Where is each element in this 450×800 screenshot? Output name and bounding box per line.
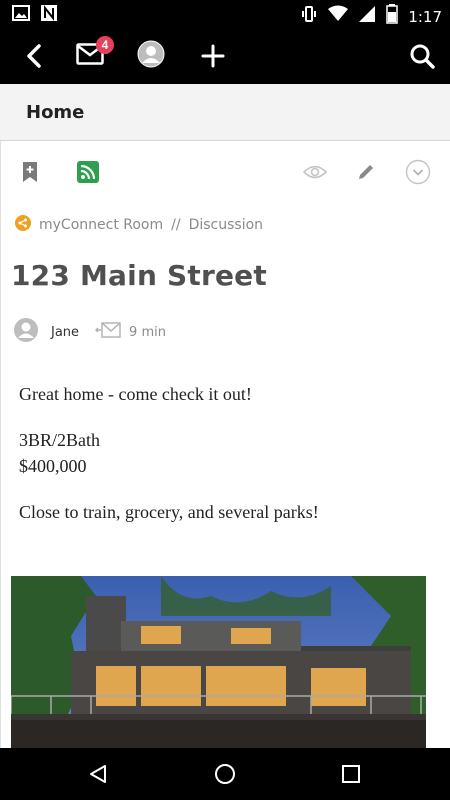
signal-icon	[358, 5, 376, 28]
image-icon	[12, 4, 30, 27]
wifi-icon	[328, 5, 349, 28]
breadcrumb-separator: //	[171, 217, 181, 233]
battery-icon	[386, 4, 399, 29]
app-toolbar: 4	[0, 28, 450, 84]
back-arrow-icon[interactable]	[14, 36, 54, 76]
messages-button[interactable]: 4	[70, 36, 114, 76]
share-place-icon	[15, 215, 31, 235]
square-recents-icon[interactable]	[331, 758, 371, 790]
clock: 1:17	[408, 7, 442, 26]
house-photo[interactable]	[11, 576, 426, 748]
breadcrumb-section-link[interactable]: Discussion	[189, 217, 263, 233]
post-content: myConnect Room // Discussion 123 Main St…	[0, 141, 450, 748]
breadcrumb: myConnect Room // Discussion	[15, 215, 263, 235]
plus-icon[interactable]	[193, 36, 233, 76]
post-body: Great home - come check it out! 3BR/2Bat…	[19, 381, 429, 545]
body-paragraph: Close to train, grocery, and several par…	[19, 502, 319, 522]
chevron-down-circle-icon[interactable]	[401, 155, 435, 189]
body-paragraph: Great home - come check it out!	[19, 384, 252, 404]
profile-button[interactable]	[131, 36, 171, 76]
page-header: Home	[0, 84, 450, 141]
avatar-icon	[137, 40, 165, 73]
rss-icon[interactable]	[71, 155, 105, 189]
breadcrumb-place-link[interactable]: myConnect Room	[39, 217, 163, 233]
triangle-back-icon[interactable]	[78, 758, 118, 790]
status-bar: 1:17	[0, 0, 450, 28]
vibrate-icon	[300, 5, 318, 28]
eye-icon[interactable]	[298, 155, 332, 189]
post-meta: Jane 9 min	[13, 317, 166, 348]
body-paragraph: 3BR/2Bath	[19, 430, 101, 450]
pencil-icon[interactable]	[349, 155, 383, 189]
bookmark-add-icon[interactable]	[13, 155, 47, 189]
post-time: 9 min	[129, 325, 166, 340]
email-reply-icon	[95, 321, 121, 344]
author-avatar[interactable]	[13, 317, 39, 348]
messages-badge: 4	[96, 36, 114, 54]
post-actions	[1, 155, 450, 191]
search-icon[interactable]	[402, 36, 442, 76]
n-icon	[40, 4, 58, 27]
system-nav-bar	[0, 748, 450, 800]
author-name[interactable]: Jane	[51, 325, 79, 340]
circle-home-icon[interactable]	[205, 758, 245, 790]
post-title: 123 Main Street	[11, 259, 267, 292]
body-paragraph: $400,000	[19, 456, 87, 476]
page-title: Home	[26, 102, 85, 123]
